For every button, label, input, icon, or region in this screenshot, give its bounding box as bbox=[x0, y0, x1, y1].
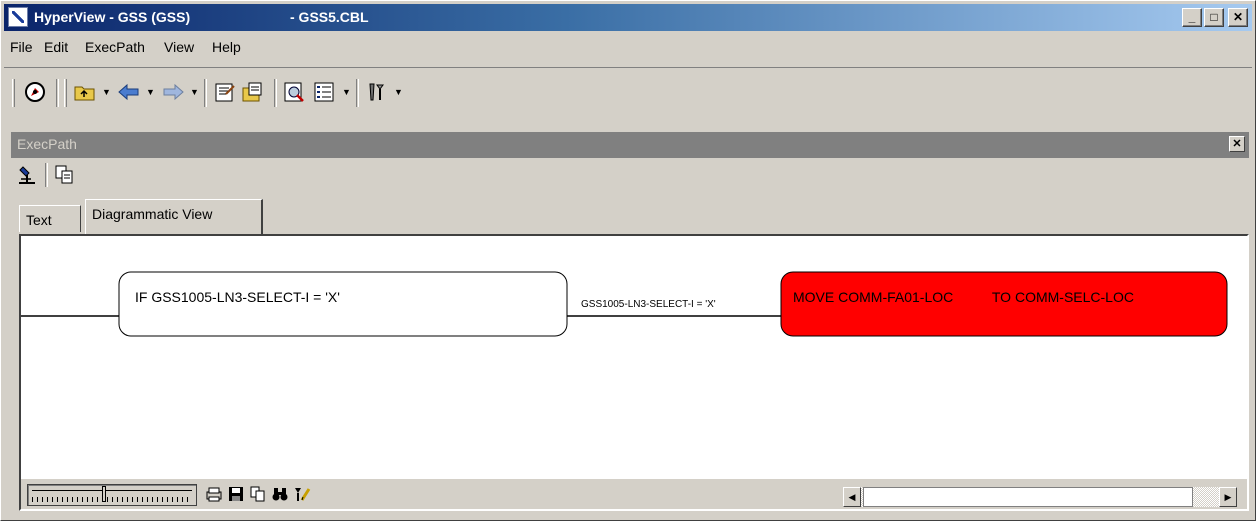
menu-help[interactable]: Help bbox=[212, 39, 241, 55]
panel-title: ExecPath bbox=[17, 136, 77, 152]
diagram-bottom-bar: ◀ ▶ bbox=[21, 479, 1247, 509]
menu-execpath[interactable]: ExecPath bbox=[85, 39, 145, 55]
chevron-down-icon[interactable]: ▼ bbox=[342, 87, 351, 97]
save-icon[interactable] bbox=[227, 485, 245, 503]
edit-tools-icon[interactable] bbox=[293, 485, 311, 503]
folder-up-icon[interactable] bbox=[72, 80, 98, 104]
zoom-track bbox=[32, 490, 192, 491]
tools-icon[interactable] bbox=[364, 80, 390, 104]
tab-diagrammatic-view-label: Diagrammatic View bbox=[92, 206, 213, 222]
main-window: HyperView - GSS (GSS) - GSS5.CBL _ □ ✕ F… bbox=[0, 0, 1256, 521]
toolbar-separator bbox=[204, 79, 207, 107]
find-binoculars-icon[interactable] bbox=[271, 485, 289, 503]
menu-edit[interactable]: Edit bbox=[44, 39, 68, 55]
title-bar[interactable]: HyperView - GSS (GSS) - GSS5.CBL _ □ ✕ bbox=[4, 4, 1252, 31]
scroll-right-button[interactable]: ▶ bbox=[1219, 487, 1237, 507]
action-node-label: MOVE COMM-FA01-LOC TO COMM-SELC-LOC bbox=[793, 289, 1134, 305]
scroll-left-button[interactable]: ◀ bbox=[843, 487, 861, 507]
scroll-left-icon: ◀ bbox=[848, 492, 856, 502]
tab-diagrammatic-view[interactable]: Diagrammatic View bbox=[85, 199, 263, 234]
app-icon[interactable] bbox=[8, 7, 28, 27]
maximize-button[interactable]: □ bbox=[1204, 8, 1224, 27]
chevron-down-icon[interactable]: ▼ bbox=[394, 87, 403, 97]
toolbar-grip[interactable] bbox=[64, 79, 67, 107]
maximize-icon: □ bbox=[1210, 10, 1218, 24]
scroll-thumb[interactable] bbox=[863, 487, 1193, 507]
chevron-down-icon[interactable]: ▼ bbox=[146, 87, 155, 97]
flow-diagram: IF GSS1005-LN3-SELECT-I = 'X' GSS1005-LN… bbox=[21, 271, 1228, 337]
print-icon[interactable] bbox=[205, 485, 223, 503]
toolbar-separator bbox=[274, 79, 277, 107]
toolbar-separator bbox=[356, 79, 359, 107]
zoom-thumb[interactable] bbox=[102, 486, 106, 502]
tab-text[interactable]: Text bbox=[19, 205, 81, 232]
minimize-icon: _ bbox=[1188, 10, 1196, 24]
scroll-right-icon: ▶ bbox=[1224, 492, 1232, 502]
zoom-ticks bbox=[32, 497, 192, 502]
menu-file[interactable]: File bbox=[10, 39, 33, 55]
copy-icon[interactable] bbox=[53, 163, 79, 187]
toolbar-separator bbox=[56, 79, 59, 107]
list-view-icon[interactable] bbox=[312, 80, 338, 104]
toolbar-grip[interactable] bbox=[12, 79, 15, 107]
panel-toolbar bbox=[15, 161, 215, 189]
toolbar: ▼ ▼ ▼ ▼ ▼ bbox=[4, 67, 1252, 121]
panel-header: ExecPath ✕ bbox=[11, 132, 1249, 158]
zoom-slider[interactable] bbox=[27, 484, 197, 506]
window-title: HyperView - GSS (GSS) bbox=[34, 9, 191, 25]
diagram-canvas[interactable]: IF GSS1005-LN3-SELECT-I = 'X' GSS1005-LN… bbox=[19, 234, 1249, 511]
close-button[interactable]: ✕ bbox=[1228, 8, 1248, 27]
close-icon: ✕ bbox=[1232, 10, 1244, 24]
condition-node-label: IF GSS1005-LN3-SELECT-I = 'X' bbox=[135, 289, 340, 305]
menu-view[interactable]: View bbox=[164, 39, 194, 55]
chevron-down-icon[interactable]: ▼ bbox=[190, 87, 199, 97]
forward-arrow-icon[interactable] bbox=[160, 80, 186, 104]
tab-text-label: Text bbox=[26, 212, 52, 228]
panel-close-button[interactable]: ✕ bbox=[1229, 136, 1245, 152]
window-filename: - GSS5.CBL bbox=[290, 9, 369, 25]
minimize-button[interactable]: _ bbox=[1182, 8, 1202, 27]
find-icon[interactable] bbox=[282, 80, 308, 104]
back-arrow-icon[interactable] bbox=[116, 80, 142, 104]
horizontal-scrollbar[interactable]: ◀ ▶ bbox=[843, 487, 1237, 507]
edge-label: GSS1005-LN3-SELECT-I = 'X' bbox=[581, 299, 716, 310]
menu-bar: File Edit ExecPath View Help bbox=[4, 33, 1252, 61]
properties-icon[interactable] bbox=[212, 80, 238, 104]
close-icon: ✕ bbox=[1232, 138, 1242, 150]
toolbar-separator bbox=[45, 163, 48, 187]
microscope-icon[interactable] bbox=[15, 163, 41, 187]
copy-icon[interactable] bbox=[249, 485, 267, 503]
edit-doc-icon[interactable] bbox=[240, 80, 266, 104]
navigator-icon[interactable] bbox=[22, 80, 48, 104]
chevron-down-icon[interactable]: ▼ bbox=[102, 87, 111, 97]
